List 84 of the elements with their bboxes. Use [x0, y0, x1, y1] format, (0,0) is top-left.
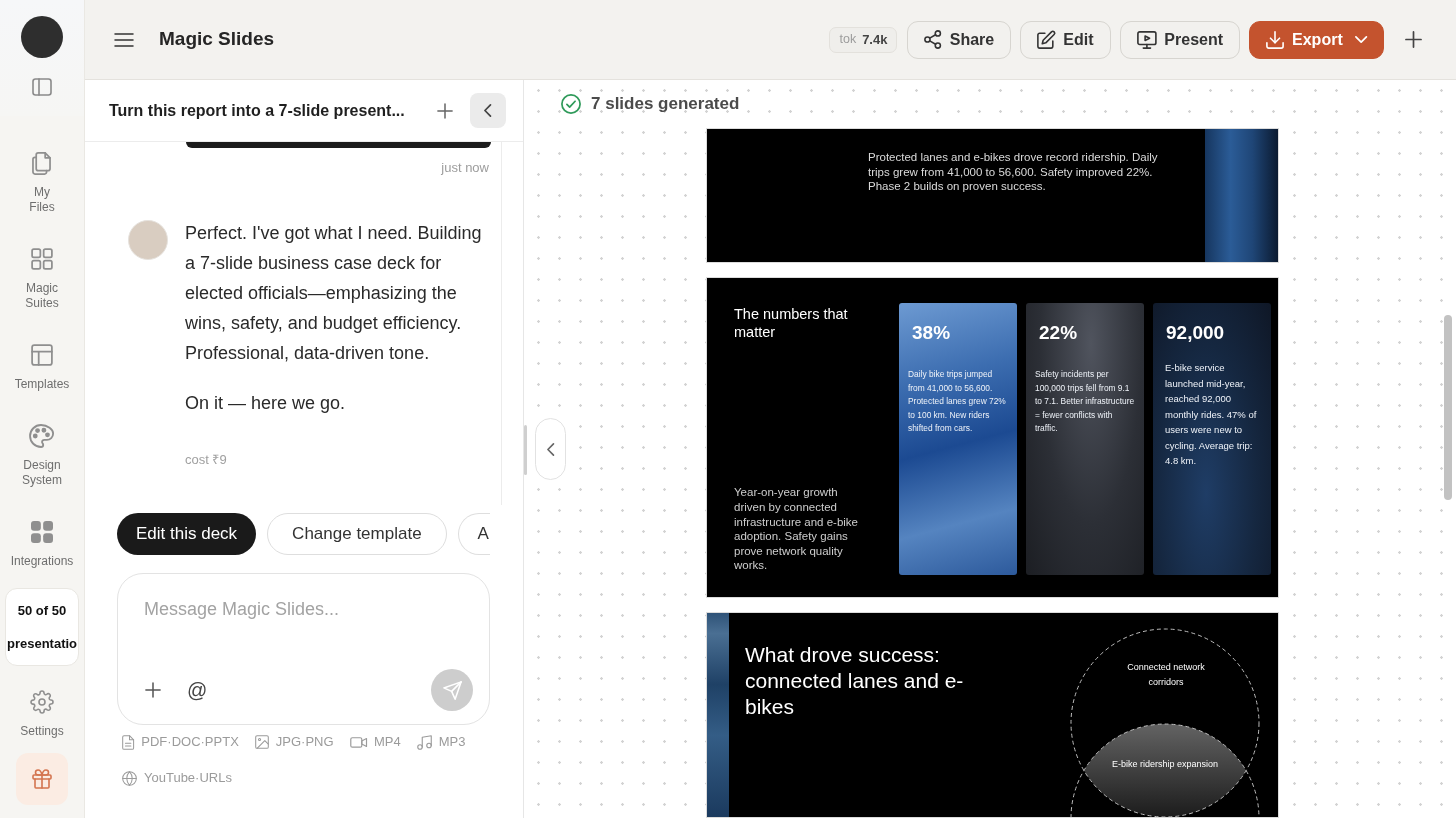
slide[interactable]: What drove success: connected lanes and e-bikes Connected network corridors E-bike ridership expansion	[706, 612, 1279, 818]
usage-count: 50 of 50	[17, 602, 67, 619]
message-time: just now	[441, 160, 489, 176]
file-type-label: YouTube·URLs	[144, 769, 232, 787]
message-text: Perfect. I've got what I need. Building a 7-slide business case deck for elected officials—emphasizing the wins, safety, and budget efficiency. Professional, data-driven tone.	[185, 222, 483, 365]
download-icon	[1266, 30, 1285, 49]
resize-handle[interactable]	[524, 425, 527, 475]
app-title: Magic Slides	[159, 27, 275, 52]
present-button[interactable]: Present	[1119, 20, 1241, 59]
stat-value: 38%	[911, 321, 951, 344]
message-composer[interactable]: Message Magic Slides... @	[117, 573, 490, 725]
send-icon	[442, 680, 462, 700]
video-icon	[349, 736, 367, 748]
stat-value: 92,000	[1165, 321, 1225, 344]
file-type-label: MP4	[373, 733, 401, 751]
sidebar-item[interactable]: Design System	[22, 424, 62, 488]
add-button[interactable]	[1405, 31, 1422, 48]
gift-icon	[32, 769, 52, 789]
sidebar-icon	[32, 78, 52, 96]
plus-icon	[437, 102, 453, 119]
edit-icon	[1037, 30, 1056, 49]
plus-icon	[1405, 31, 1422, 48]
sidebar-item[interactable]: Templates	[14, 343, 70, 392]
token-label: tok	[839, 31, 857, 49]
suggestion-chip[interactable]: Edit this deck	[117, 513, 257, 555]
attach-button[interactable]	[145, 682, 161, 698]
file-icon	[122, 734, 135, 750]
sidebar-item[interactable]: Integrations	[10, 520, 74, 569]
stat-text: E-bike service launched mid-year, reached 92,000 monthly rides. 47% of users were new to cycling. Average trip: 4.8 km.	[1164, 361, 1258, 468]
avatar	[128, 220, 168, 260]
message-text: On it — here we go.	[185, 392, 346, 415]
palette-icon	[29, 424, 55, 448]
edit-button[interactable]: Edit	[1020, 20, 1111, 59]
stat-value: 22%	[1038, 321, 1078, 344]
file-type-label: MP3	[438, 733, 466, 751]
share-icon	[924, 30, 942, 49]
sidebar-item[interactable]: Settings	[20, 690, 64, 739]
chevron-left-icon	[546, 442, 555, 456]
message-cost: cost ₹9	[185, 452, 227, 468]
scrollbar[interactable]	[1444, 315, 1452, 500]
menu-button[interactable]	[114, 32, 134, 47]
chat-title: Turn this report into a 7-slide present...	[109, 100, 405, 121]
globe-icon	[122, 770, 137, 786]
check-circle-icon	[561, 94, 581, 114]
slide-title: What drove success: connected lanes and e-bikes	[745, 642, 965, 720]
export-button[interactable]: Export	[1249, 20, 1384, 59]
plus-icon	[145, 682, 161, 698]
suggestion-chip[interactable]: Change template	[267, 513, 447, 555]
monitor-icon	[1136, 30, 1157, 49]
stat-text: Safety incidents per 100,000 trips fell from 9.1 to 7.1. Better infrastructure = fewer conflicts with traffic.	[1035, 368, 1135, 435]
layout-icon	[31, 344, 53, 366]
slide-title: The numbers that matter	[734, 306, 849, 341]
image-icon	[254, 735, 269, 749]
avatar[interactable]	[21, 16, 63, 58]
message-input[interactable]: Message Magic Slides...	[118, 574, 489, 669]
mention-button[interactable]: @	[187, 679, 208, 701]
suggestion-chip[interactable]: A	[457, 513, 490, 555]
grid-icon	[31, 248, 53, 270]
sidebar-item[interactable]: My Files	[29, 151, 55, 215]
file-type-label: PDF·DOC·PPTX	[141, 733, 239, 751]
token-count: 7.4k	[862, 30, 888, 49]
slide-text: Year-on-year growth driven by connected infrastructure and e-bike adoption. Safety gains prove network quality works.	[734, 485, 859, 573]
share-button[interactable]: Share	[907, 20, 1012, 59]
gift-button[interactable]	[16, 753, 68, 805]
chevron-left-icon	[484, 104, 492, 117]
slide[interactable]: Protected lanes and e-bikes drove record ridership. Daily trips grew from 41,000 to 56,600. Safety improved 22%. Phase 2 builds on proven success.	[706, 128, 1279, 263]
settings-icon	[30, 690, 54, 714]
status-text: 7 slides generated	[591, 93, 740, 116]
sidebar-item[interactable]: Magic Suites	[25, 247, 59, 311]
chevron-down-icon	[1354, 36, 1367, 43]
venn-label: Connected network corridors	[1126, 661, 1206, 689]
sidebar-toggle-button[interactable]	[32, 78, 52, 96]
usage-unit: presentatio	[6, 635, 78, 652]
menu-icon	[114, 32, 134, 47]
venn-label: E-bike ridership expansion	[1111, 758, 1219, 771]
slide[interactable]	[706, 277, 1279, 598]
new-chat-button[interactable]	[437, 102, 453, 119]
stat-text: Daily bike trips jumped from 41,000 to 56,600. Protected lanes grew 72% to 100 km. New riders shifted from cars.	[908, 368, 1007, 435]
slide-text: Protected lanes and e-bikes drove record ridership. Daily trips grew from 41,000 to 56,600. Safety improved 22%. Phase 2 builds on proven success.	[868, 150, 1159, 194]
files-icon	[32, 151, 52, 175]
music-icon	[416, 734, 432, 750]
tiles-icon	[31, 521, 53, 543]
file-type-label: JPG·PNG	[275, 733, 334, 751]
collapse-panel-button[interactable]	[470, 93, 506, 128]
